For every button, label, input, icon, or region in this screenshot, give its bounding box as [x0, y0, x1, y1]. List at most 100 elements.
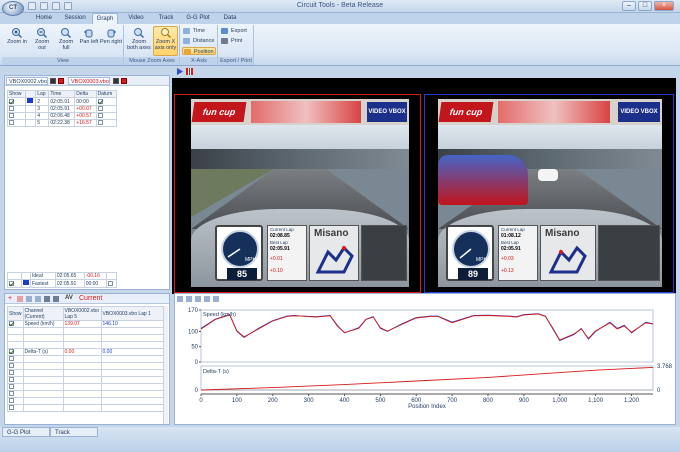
- graph-print-icon[interactable]: [213, 296, 219, 302]
- video-frame-right[interactable]: fun cup VIDEO VBOX MPH 89 Current Lap 01…: [424, 94, 674, 293]
- datum-checkbox[interactable]: [107, 280, 113, 286]
- zoom-full-button[interactable]: Zoom full: [55, 27, 77, 51]
- video-vbox-logo: VIDEO VBOX: [618, 102, 660, 122]
- file1-settings-icon[interactable]: [50, 78, 56, 84]
- undo-icon[interactable]: [52, 2, 60, 10]
- tab-data[interactable]: Data: [216, 13, 244, 24]
- table-row[interactable]: 3 02:05.91 +00.07: [7, 105, 118, 113]
- col-color: [24, 90, 37, 98]
- show-checkbox[interactable]: [9, 98, 14, 104]
- channel-panel-title: Current: [79, 295, 103, 302]
- show-checkbox[interactable]: [9, 321, 14, 327]
- filter-channel-icon[interactable]: [53, 296, 59, 302]
- stop-button[interactable]: [186, 68, 193, 75]
- pan-right-button[interactable]: Pen right: [100, 27, 122, 45]
- tab-graph[interactable]: Graph: [92, 13, 118, 24]
- math-icon[interactable]: AV: [65, 295, 73, 301]
- status-tab-track[interactable]: Track: [50, 427, 98, 437]
- table-row[interactable]: Delta-T (s) 0.00 0.00: [7, 348, 168, 356]
- table-row[interactable]: Speed (km/h) 139.07 146.10: [7, 320, 168, 328]
- play-icon: [177, 68, 183, 75]
- tab-home[interactable]: Home: [30, 13, 58, 24]
- table-row[interactable]: 4 02:06.48 +00.57: [7, 112, 118, 120]
- table-row[interactable]: 2 02:05.91 00:00: [7, 97, 118, 106]
- position-icon: [184, 49, 191, 55]
- graph-cursor-icon[interactable]: [204, 296, 210, 302]
- zoom-out-button[interactable]: Zoom out: [31, 27, 53, 51]
- settings-channel-icon[interactable]: [44, 296, 50, 302]
- hand-icon: [107, 29, 116, 38]
- clock-icon: [183, 28, 190, 34]
- show-checkbox[interactable]: [9, 106, 14, 112]
- file2-close-icon[interactable]: [121, 78, 127, 84]
- lap-panel: VBOX0002.vbo VBOX0003.vbo Show Lap Time …: [4, 75, 170, 290]
- zoom-x-axis-only-button[interactable]: Zoom X axis only: [153, 26, 178, 56]
- status-tab-gg-plot[interactable]: G-G Plot: [2, 427, 50, 437]
- datum-checkbox[interactable]: [97, 120, 103, 126]
- file-tab-1[interactable]: VBOX0002.vbo: [6, 77, 48, 85]
- speed-series-0: [200, 313, 654, 342]
- zoom-both-icon: [134, 28, 145, 38]
- maximize-button[interactable]: □: [638, 1, 652, 11]
- minimize-button[interactable]: –: [622, 1, 636, 11]
- graph-zoom-in-icon[interactable]: [177, 296, 183, 302]
- video-area: fun cup VIDEO VBOX MPH 85 Current Lap 02…: [172, 78, 676, 294]
- remove-channel-icon[interactable]: [17, 296, 23, 302]
- app-menu-button[interactable]: CT: [2, 1, 24, 16]
- zoom-both-axes-button[interactable]: Zoom both axes: [127, 27, 151, 51]
- lap-summary-table: Ideal 02:05.65 -00.16 Fastest 02:05.91 0…: [7, 272, 118, 288]
- x-axis-distance-button[interactable]: Distance: [182, 37, 216, 45]
- tab-track[interactable]: Track: [152, 13, 180, 24]
- x-tick-label: 500: [375, 398, 386, 404]
- datum-checkbox[interactable]: [97, 106, 103, 112]
- graph-zoom-full-icon[interactable]: [195, 296, 201, 302]
- settings-icon[interactable]: [64, 2, 72, 10]
- save-icon[interactable]: [40, 2, 48, 10]
- delta-right-zero: 0: [657, 388, 661, 394]
- down-channel-icon[interactable]: [35, 296, 41, 302]
- racing-car: [438, 155, 528, 205]
- datum-checkbox[interactable]: [97, 98, 103, 104]
- tab-session[interactable]: Session: [60, 13, 90, 24]
- graph-panel: 170 100 50 0 Speed (km/h) 0 Delta-T (s) 3.768 0 0…: [174, 293, 676, 425]
- x-axis-time-button[interactable]: Time: [182, 27, 216, 35]
- show-checkbox[interactable]: [9, 120, 14, 126]
- speedometer: MPH 85: [215, 225, 263, 281]
- video-frame-left[interactable]: fun cup VIDEO VBOX MPH 85 Current Lap 02…: [174, 94, 421, 293]
- driver-cam: [598, 225, 660, 281]
- file2-settings-icon[interactable]: [113, 78, 119, 84]
- show-checkbox[interactable]: [9, 349, 14, 355]
- show-checkbox[interactable]: [9, 113, 14, 119]
- fastest-row[interactable]: Fastest 02:05.91 00:00: [7, 279, 118, 288]
- up-channel-icon[interactable]: [26, 296, 32, 302]
- printer-icon: [221, 38, 228, 44]
- graph-zoom-out-icon[interactable]: [186, 296, 192, 302]
- hand-icon: [84, 29, 93, 38]
- channel-scrollbar[interactable]: [163, 306, 168, 424]
- speed-delta-chart[interactable]: 170100500Speed (km/h)0Delta-T (s)3.76800…: [175, 304, 675, 424]
- x-tick-label: 100: [232, 398, 243, 404]
- table-row[interactable]: 5 02:22.38 +16.57: [7, 119, 118, 127]
- file-tab-2[interactable]: VBOX0003.vbo: [68, 77, 110, 85]
- tab-gg-plot[interactable]: G-G Plot: [182, 13, 214, 24]
- close-button[interactable]: ×: [654, 1, 674, 11]
- status-bar: [0, 427, 680, 452]
- play-button[interactable]: [176, 68, 183, 75]
- print-button[interactable]: Print: [220, 37, 252, 45]
- delta-series-0: [200, 366, 654, 391]
- datum-checkbox[interactable]: [97, 113, 103, 119]
- tab-video[interactable]: Video: [122, 13, 150, 24]
- x-tick-label: 700: [447, 398, 458, 404]
- file1-close-icon[interactable]: [58, 78, 64, 84]
- add-channel-icon[interactable]: +: [8, 295, 14, 302]
- zoom-in-button[interactable]: Zoom in: [6, 27, 28, 45]
- pan-left-button[interactable]: Pan left: [78, 27, 100, 45]
- open-icon[interactable]: [28, 2, 36, 10]
- export-button[interactable]: Export: [220, 27, 252, 35]
- x-axis-position-button[interactable]: Position: [182, 47, 216, 55]
- col-lap: Lap: [35, 90, 50, 98]
- show-checkbox[interactable]: [9, 280, 14, 286]
- channel-panel: + AV Current Show Channel (Current) VBOX…: [4, 293, 170, 425]
- lap-color-swatch[interactable]: [26, 98, 33, 103]
- lap-color-swatch[interactable]: [23, 280, 29, 285]
